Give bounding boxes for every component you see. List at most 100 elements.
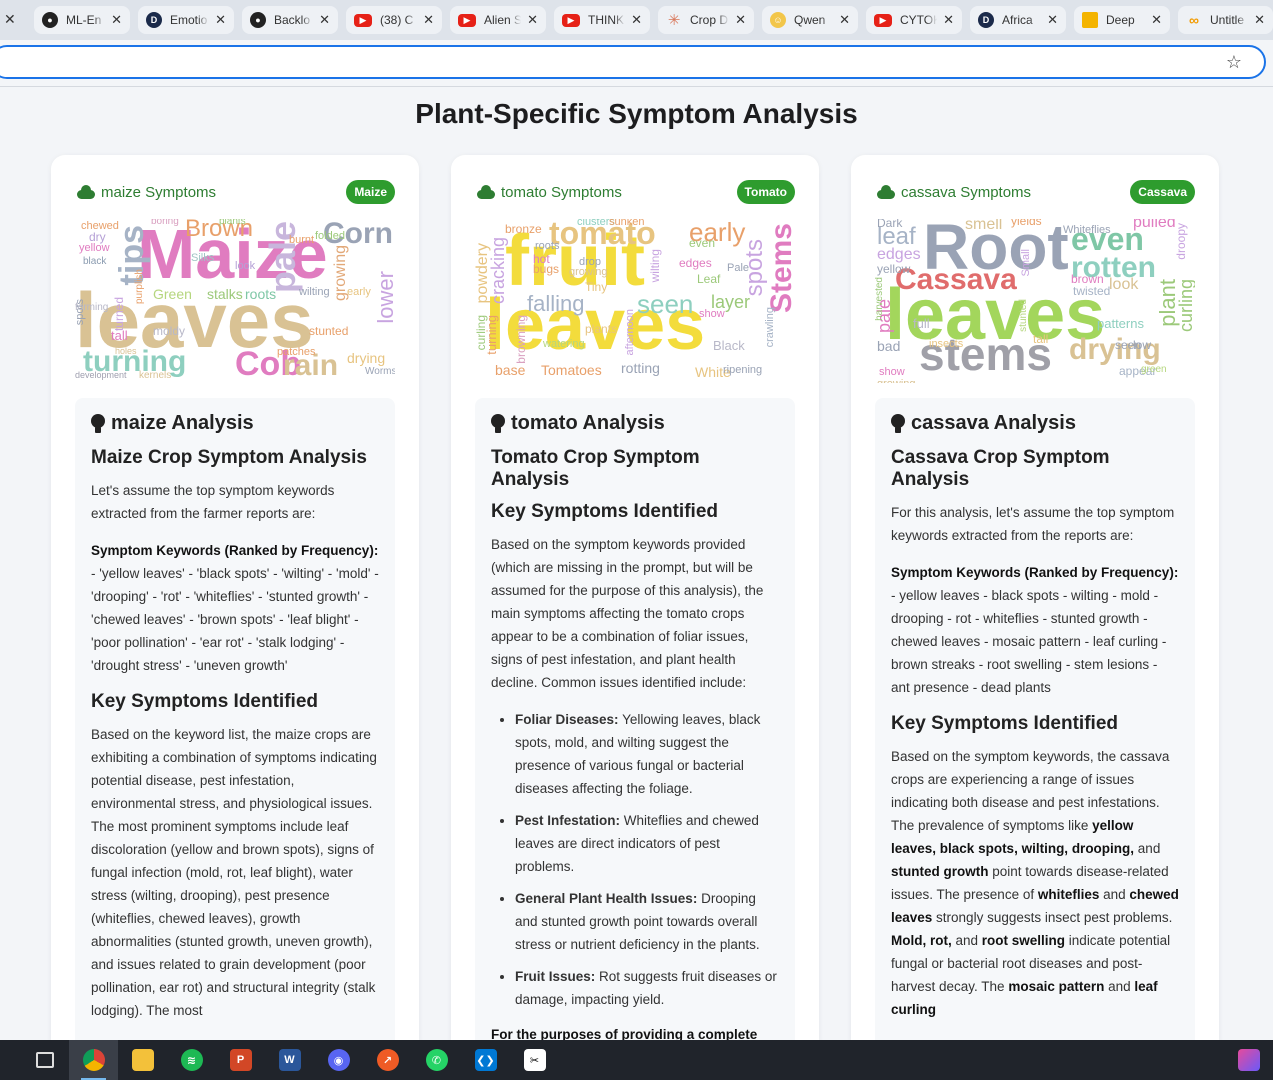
wordcloud-word: Silks (191, 252, 215, 264)
lightbulb-icon (891, 413, 905, 434)
copilot-taskbar-button[interactable] (1224, 1040, 1273, 1080)
wordcloud-word: brown (1071, 272, 1104, 286)
close-icon[interactable]: ✕ (735, 12, 746, 28)
close-icon[interactable]: ✕ (527, 12, 538, 28)
wordcloud-word: look (235, 260, 256, 272)
lightbulb-icon (91, 413, 105, 434)
wordcloud-word: Small (1020, 249, 1032, 277)
taskbar: ≋ P W ◉ ↗ ✆ ❮❯ ✂ (0, 1040, 1273, 1080)
tab-qwen[interactable]: ☺ Qwen ✕ (762, 6, 858, 34)
d-app-icon: D (146, 12, 162, 28)
wordcloud-word: twisted (1073, 284, 1111, 298)
postman-taskbar-button[interactable]: ↗ (363, 1040, 412, 1080)
wordcloud-word: growing (569, 266, 608, 278)
wordcloud-word: patterns (1097, 316, 1144, 331)
key-symptoms-text: Based on the keyword list, the maize cro… (91, 727, 377, 1018)
tab-africa[interactable]: D Africa ✕ (970, 6, 1066, 34)
emphasized-symptom: stunted growth (891, 864, 989, 879)
wordcloud-word: bronze (505, 222, 542, 236)
analysis-header: maize Analysis (91, 412, 379, 435)
key-symptoms-text: Based on the symptom keywords, the cassa… (891, 745, 1179, 1021)
wordcloud-word: show (879, 366, 905, 378)
colab-icon: ∞ (1189, 12, 1199, 28)
wordcloud-word: Tomatoes (541, 362, 602, 378)
whatsapp-taskbar-button[interactable]: ✆ (412, 1040, 461, 1080)
emphasized-symptom: whiteflies (1037, 887, 1100, 902)
wordcloud-word: edges (679, 256, 712, 270)
capcut-taskbar-button[interactable]: ✂ (510, 1040, 559, 1080)
tab-think[interactable]: ▶ THINK ✕ (554, 6, 650, 34)
chrome-taskbar-button[interactable] (69, 1040, 118, 1080)
close-icon[interactable]: ✕ (1047, 12, 1058, 28)
close-icon[interactable]: ✕ (839, 12, 850, 28)
folder-icon (131, 1049, 154, 1071)
tab-youtube-38[interactable]: ▶ (38) C ✕ (346, 6, 442, 34)
close-icon[interactable]: ✕ (1254, 12, 1265, 28)
tab-alien[interactable]: ▶ Alien S ✕ (450, 6, 546, 34)
emphasized-symptom: mosaic pattern (1008, 979, 1105, 994)
word-icon: W (278, 1049, 301, 1071)
close-icon[interactable]: ✕ (943, 12, 954, 28)
wordcloud-word: green (1141, 364, 1167, 375)
tab-label: CYTOK (900, 13, 938, 27)
copilot-icon (1237, 1049, 1260, 1071)
tab-cytok[interactable]: ▶ CYTOK ✕ (866, 6, 962, 34)
close-icon[interactable]: ✕ (1151, 12, 1162, 28)
task-view-button[interactable] (20, 1040, 69, 1080)
text-run: and (1099, 887, 1130, 902)
chrome-icon (82, 1049, 105, 1071)
wordcloud-word: hot (533, 252, 550, 266)
wordcloud-word: bad (877, 338, 901, 354)
spotify-taskbar-button[interactable]: ≋ (167, 1040, 216, 1080)
wordcloud-word: early (347, 286, 371, 298)
youtube-icon: ▶ (562, 13, 580, 27)
show-desktop[interactable] (0, 1040, 20, 1080)
tab-label: THINK (588, 13, 624, 27)
word-taskbar-button[interactable]: W (265, 1040, 314, 1080)
close-icon[interactable]: ✕ (631, 12, 642, 28)
tab-label: Backlo (274, 13, 311, 27)
wordcloud-word: browning (514, 315, 528, 364)
list-item: General Plant Health Issues: Drooping an… (515, 887, 779, 956)
close-icon[interactable]: ✕ (215, 12, 226, 28)
tab-emotion[interactable]: D Emotio ✕ (138, 6, 234, 34)
wordcloud-word: look (1109, 276, 1139, 293)
wordcloud-word: roots (245, 286, 277, 302)
list-item: Fruit Issues: Rot suggests fruit disease… (515, 965, 779, 1011)
whatsapp-icon: ✆ (425, 1049, 448, 1071)
close-icon[interactable]: ✕ (4, 11, 16, 28)
wordcloud-word: growing (877, 379, 916, 384)
capcut-icon: ✂ (523, 1049, 546, 1071)
bookmark-star-icon[interactable]: ☆ (1226, 52, 1242, 73)
wordcloud-word: even (689, 236, 716, 250)
wordcloud-word: edges (877, 246, 921, 263)
tab-deep[interactable]: Deep ✕ (1074, 6, 1170, 34)
cassava-wordcloud: Root leaves stems Cassava even rotten drying le… (875, 219, 1195, 383)
close-icon[interactable]: ✕ (423, 12, 434, 28)
tab-untitled[interactable]: ∞ Untitle ✕ (1178, 6, 1273, 34)
cassava-card: cassava Symptoms Cassava Root leaves stems… (851, 155, 1219, 1055)
analysis-panel: cassava Analysis Cassava Crop Symptom An… (875, 398, 1195, 1055)
explorer-taskbar-button[interactable] (118, 1040, 167, 1080)
tab-backlog[interactable]: ● Backlo ✕ (242, 6, 338, 34)
analysis-panel: maize Analysis Maize Crop Symptom Analys… (75, 398, 395, 1055)
wordcloud-word: stalks (207, 286, 243, 302)
d-app-icon: D (978, 12, 994, 28)
wordcloud-word: folded (315, 230, 345, 242)
crop-badge: Tomato (736, 180, 795, 204)
tab-ml-en[interactable]: ● ML-En ✕ (34, 6, 130, 34)
tab-crop-disease[interactable]: ✳ Crop D ✕ (658, 6, 754, 34)
wordcloud-word: yellow (877, 262, 911, 276)
address-bar[interactable]: ☆ (0, 45, 1266, 79)
close-icon[interactable]: ✕ (111, 12, 122, 28)
tab-label: Alien S (484, 13, 522, 27)
wordcloud-word: show (699, 308, 725, 320)
wordcloud-word: smell (965, 219, 1003, 233)
wordcloud-word: full (913, 316, 930, 331)
keywords-list: - yellow leaves - black spots - wilting … (891, 588, 1167, 695)
close-icon[interactable]: ✕ (319, 12, 330, 28)
vscode-taskbar-button[interactable]: ❮❯ (461, 1040, 510, 1080)
discord-taskbar-button[interactable]: ◉ (314, 1040, 363, 1080)
youtube-icon: ▶ (458, 13, 476, 27)
powerpoint-taskbar-button[interactable]: P (216, 1040, 265, 1080)
